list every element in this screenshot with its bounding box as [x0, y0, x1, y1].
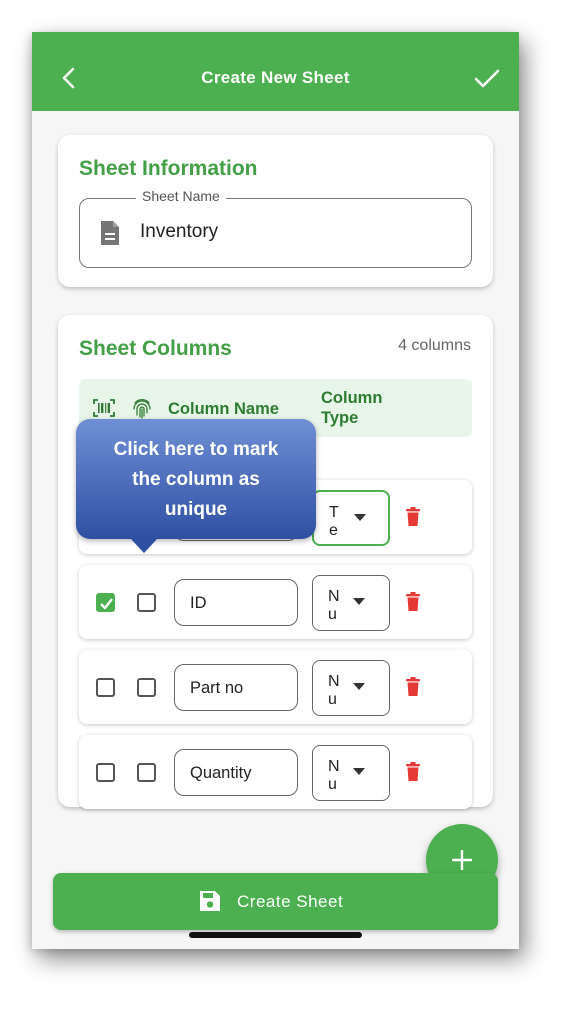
column-type-dropdown[interactable]: N u	[312, 745, 390, 801]
column-name-header: Column Name	[168, 400, 279, 418]
check-icon[interactable]	[473, 66, 501, 90]
plus-icon	[452, 850, 472, 870]
create-sheet-button[interactable]: Create Sheet	[53, 873, 498, 930]
document-icon	[101, 221, 119, 245]
check-icon	[100, 598, 113, 610]
sheet-information-title: Sheet Information	[79, 157, 258, 180]
table-row: Part no N u	[79, 650, 472, 724]
column-name-input[interactable]: Quantity	[174, 749, 298, 796]
unique-checkbox[interactable]	[137, 593, 156, 612]
table-row: ID N u	[79, 565, 472, 639]
sheet-information-card: Sheet Information Sheet Name Inventory	[58, 135, 493, 287]
sheet-columns-title: Sheet Columns	[79, 337, 232, 360]
delete-icon[interactable]	[405, 592, 421, 612]
sheet-name-value: Inventory	[140, 221, 219, 242]
column-type-header: Column Type	[321, 389, 383, 427]
delete-icon[interactable]	[405, 762, 421, 782]
sheet-name-field[interactable]: Sheet Name Inventory	[79, 188, 472, 268]
page-title: Create New Sheet	[201, 68, 350, 87]
barcode-checkbox[interactable]	[96, 763, 115, 782]
unique-checkbox[interactable]	[137, 678, 156, 697]
sheet-name-label: Sheet Name	[136, 188, 226, 204]
app-bar: Create New Sheet	[32, 32, 519, 111]
tooltip-pointer	[131, 539, 157, 553]
unique-tooltip: Click here to mark the column as unique	[76, 419, 316, 539]
save-icon	[200, 891, 220, 911]
create-sheet-label: Create Sheet	[237, 892, 344, 911]
sheet-columns-card: Sheet Columns 4 columns Column Name Colu…	[58, 315, 493, 809]
unique-checkbox[interactable]	[137, 763, 156, 782]
chevron-down-icon	[353, 598, 365, 605]
column-count: 4 columns	[398, 337, 471, 354]
chevron-down-icon	[354, 514, 366, 521]
column-type-dropdown[interactable]: N u	[312, 660, 390, 716]
delete-icon[interactable]	[405, 677, 421, 697]
chevron-down-icon	[353, 768, 365, 775]
home-indicator	[189, 932, 362, 938]
barcode-checkbox[interactable]	[96, 593, 115, 612]
chevron-down-icon	[353, 683, 365, 690]
fingerprint-icon	[133, 399, 151, 419]
column-name-input[interactable]: Part no	[174, 664, 298, 711]
barcode-icon	[93, 399, 115, 417]
delete-icon[interactable]	[405, 507, 421, 527]
column-name-input[interactable]: ID	[174, 579, 298, 626]
barcode-checkbox[interactable]	[96, 678, 115, 697]
column-type-dropdown[interactable]: N u	[312, 575, 390, 631]
column-type-dropdown[interactable]: T e	[312, 490, 390, 546]
table-row: Quantity N u	[79, 735, 472, 809]
